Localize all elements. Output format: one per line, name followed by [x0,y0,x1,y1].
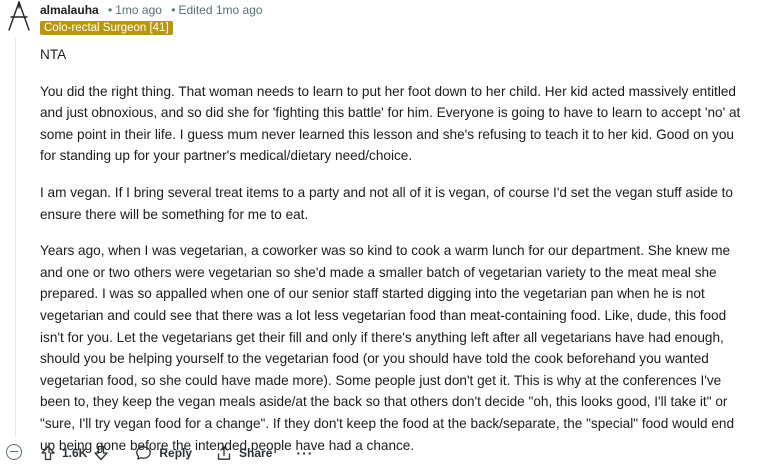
share-icon [217,446,231,460]
vote-count: 1.6K [62,446,88,460]
comment-action-bar: 1.6K Reply Share ··· [40,441,313,465]
share-label: Share [239,446,273,460]
comment-paragraph: You did the right thing. That woman need… [40,83,741,164]
share-button[interactable]: Share [216,445,272,461]
edited-label: Edited 1mo ago [178,3,263,17]
downvote-button[interactable] [93,445,109,461]
upvote-button[interactable] [40,445,56,461]
comment-time: 1mo ago [115,3,162,17]
comment-bubble-icon [136,446,152,460]
thread-line[interactable] [15,38,16,436]
meta-separator: • [171,3,176,17]
comment-paragraph: NTA [40,47,67,62]
reply-button[interactable]: Reply [135,445,192,461]
comment-body: NTA You did the right thing. That woman … [40,44,745,471]
collapse-thread-button[interactable] [6,444,22,460]
user-avatar[interactable] [3,0,35,34]
meta-separator: • [108,3,113,17]
comment-paragraph: I am vegan. If I bring several treat ite… [40,184,733,222]
comment-paragraph: Years ago, when I was vegetarian, a cowo… [40,243,735,453]
downvote-arrow-icon [94,445,109,461]
user-flair: Colo-rectal Surgeon [41] [40,21,173,35]
username[interactable]: almalauha [40,3,99,17]
reply-label: Reply [159,446,193,460]
avatar-figure-icon [8,1,30,31]
more-options-button[interactable]: ··· [296,446,313,460]
comment-meta: almalauha • 1mo ago • Edited 1mo ago [40,3,263,17]
upvote-arrow-icon [41,445,55,461]
